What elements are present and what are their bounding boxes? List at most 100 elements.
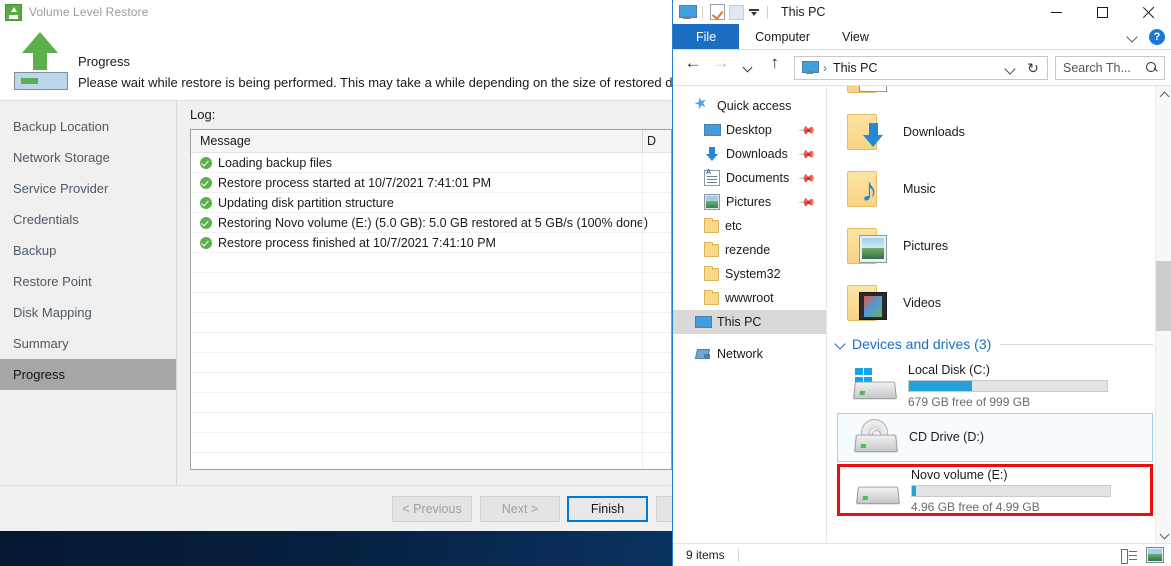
- volume-level-restore-window: Volume Level Restore Progress Please wai…: [0, 0, 672, 531]
- folder-item-documents[interactable]: Documents: [827, 86, 1157, 103]
- nav-item-documents[interactable]: Documents 📌: [673, 166, 826, 190]
- log-row[interactable]: Loading backup files: [191, 153, 671, 173]
- drive-info: Novo volume (E:) 4.96 GB free of 4.99 GB: [911, 467, 1150, 514]
- drive-info: CD Drive (D:): [909, 429, 1152, 447]
- drive-item-local-disk-c[interactable]: Local Disk (C:) 679 GB free of 999 GB: [837, 359, 1153, 411]
- log-column-date[interactable]: D: [647, 134, 656, 148]
- path-dropdown-icon[interactable]: [1005, 63, 1017, 75]
- back-button[interactable]: [679, 54, 705, 81]
- scroll-up-icon[interactable]: [1156, 86, 1171, 103]
- nav-item-quick-access[interactable]: Quick access: [673, 94, 826, 118]
- pin-icon[interactable]: 📌: [798, 169, 817, 188]
- refresh-icon[interactable]: ↻: [1024, 60, 1042, 78]
- scroll-down-icon[interactable]: [1156, 527, 1171, 544]
- log-row-message: Restore process started at 10/7/2021 7:4…: [218, 175, 492, 190]
- breadcrumb-current[interactable]: This PC: [833, 61, 877, 75]
- search-input[interactable]: Search Th...: [1055, 55, 1165, 80]
- drive-item-novo-volume-e[interactable]: Novo volume (E:) 4.96 GB free of 4.99 GB: [837, 464, 1153, 516]
- wizard-step-backup[interactable]: Backup: [0, 235, 176, 266]
- folder-item-music[interactable]: Music: [827, 160, 1157, 217]
- quick-access-toolbar: [673, 4, 771, 20]
- log-row[interactable]: Restoring Novo volume (E:) (5.0 GB): 5.0…: [191, 213, 671, 233]
- wizard-step-progress[interactable]: Progress: [0, 359, 176, 390]
- nav-item-desktop[interactable]: Desktop 📌: [673, 118, 826, 142]
- success-check-icon: [200, 156, 212, 169]
- scrollbar-thumb[interactable]: [1156, 261, 1171, 331]
- next-button[interactable]: Next >: [480, 496, 560, 522]
- help-icon[interactable]: ?: [1149, 29, 1165, 45]
- nav-item-rezende[interactable]: rezende: [673, 238, 826, 262]
- details-view-icon[interactable]: [1119, 547, 1137, 564]
- minimize-button[interactable]: [1033, 0, 1079, 24]
- pin-icon[interactable]: 📌: [798, 193, 817, 212]
- recent-locations-button[interactable]: [735, 55, 761, 81]
- log-label: Log:: [190, 107, 216, 122]
- drive-info: Local Disk (C:) 679 GB free of 999 GB: [908, 362, 1153, 409]
- status-divider: [737, 548, 739, 562]
- pin-icon[interactable]: 📌: [798, 145, 817, 164]
- folder-label: Music: [903, 181, 936, 196]
- drive-icon: [853, 472, 905, 508]
- restore-header: Progress Please wait while restore is be…: [0, 24, 672, 100]
- maximize-button[interactable]: [1079, 0, 1125, 24]
- devices-and-drives-group-header[interactable]: Devices and drives (3): [827, 331, 1157, 357]
- wizard-step-disk-mapping[interactable]: Disk Mapping: [0, 297, 176, 328]
- videos-folder-icon: [845, 283, 891, 323]
- up-button[interactable]: [763, 54, 789, 81]
- log-column-message[interactable]: Message: [191, 134, 251, 148]
- customize-chevron-icon[interactable]: [748, 6, 760, 18]
- search-icon[interactable]: [1146, 61, 1158, 74]
- wizard-step-service-provider[interactable]: Service Provider: [0, 173, 176, 204]
- log-row-message: Loading backup files: [218, 155, 332, 170]
- nav-item-pictures[interactable]: Pictures 📌: [673, 190, 826, 214]
- nav-item-this-pc[interactable]: This PC: [673, 310, 826, 334]
- log-table[interactable]: Message D Loading backup files Restore p…: [190, 129, 672, 470]
- explorer-title-bar[interactable]: This PC: [673, 0, 1171, 24]
- tab-file[interactable]: File: [673, 24, 740, 49]
- nav-item-system32[interactable]: System32: [673, 262, 826, 286]
- nav-item-etc[interactable]: etc: [673, 214, 826, 238]
- cancel-button[interactable]: [656, 496, 672, 522]
- nav-item-label: Desktop: [726, 123, 772, 137]
- network-icon: [695, 346, 711, 362]
- toolbar-divider: [767, 5, 768, 19]
- finish-button[interactable]: Finish: [567, 496, 648, 522]
- tab-view[interactable]: View: [826, 24, 885, 49]
- content-scrollbar[interactable]: [1155, 86, 1171, 544]
- wizard-step-restore-point[interactable]: Restore Point: [0, 266, 176, 297]
- log-column-divider[interactable]: [642, 130, 643, 153]
- nav-item-downloads[interactable]: Downloads 📌: [673, 142, 826, 166]
- collapse-group-icon[interactable]: [833, 337, 847, 351]
- pin-icon[interactable]: 📌: [798, 121, 817, 140]
- wizard-step-network-storage[interactable]: Network Storage: [0, 142, 176, 173]
- new-folder-icon[interactable]: [729, 4, 744, 20]
- address-path-field[interactable]: › This PC ↻: [794, 55, 1048, 80]
- log-row[interactable]: Restore process finished at 10/7/2021 7:…: [191, 233, 671, 253]
- nav-item-wwwroot[interactable]: wwwroot: [673, 286, 826, 310]
- folder-item-downloads[interactable]: Downloads: [827, 103, 1157, 160]
- close-button[interactable]: [1125, 0, 1171, 24]
- log-row[interactable]: Restore process started at 10/7/2021 7:4…: [191, 173, 671, 193]
- documents-icon: [704, 169, 720, 186]
- wizard-step-summary[interactable]: Summary: [0, 328, 176, 359]
- success-check-icon: [200, 196, 212, 209]
- this-pc-icon[interactable]: [679, 5, 697, 19]
- wizard-step-backup-location[interactable]: Backup Location: [0, 111, 176, 142]
- drive-item-cd-drive-d[interactable]: CD Drive (D:): [837, 413, 1153, 462]
- folder-item-videos[interactable]: Videos: [827, 274, 1157, 331]
- log-row[interactable]: Updating disk partition structure: [191, 193, 671, 213]
- properties-icon[interactable]: [710, 4, 725, 20]
- wizard-step-credentials[interactable]: Credentials: [0, 204, 176, 235]
- window-controls: [1033, 0, 1171, 24]
- folder-item-pictures[interactable]: Pictures: [827, 217, 1157, 274]
- tab-computer[interactable]: Computer: [739, 24, 826, 49]
- downloads-folder-icon: [845, 112, 891, 152]
- nav-item-network[interactable]: Network: [673, 342, 826, 366]
- forward-button[interactable]: [707, 54, 733, 81]
- previous-button[interactable]: < Previous: [392, 496, 472, 522]
- star-icon: [695, 98, 711, 114]
- collapse-ribbon-icon[interactable]: [1127, 31, 1139, 43]
- windows-drive-icon: [850, 367, 902, 403]
- nav-item-label: etc: [725, 219, 742, 233]
- large-icons-view-icon[interactable]: [1146, 547, 1164, 563]
